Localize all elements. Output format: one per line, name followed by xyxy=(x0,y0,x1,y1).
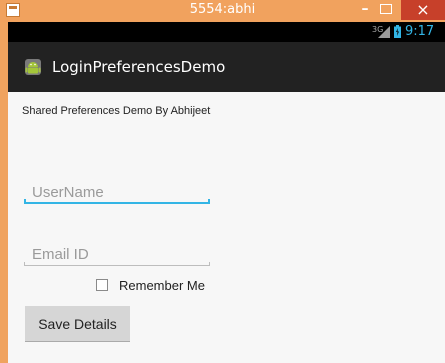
page-heading: Shared Preferences Demo By Abhijeet xyxy=(22,105,211,117)
status-clock: 9:17 xyxy=(405,24,435,39)
app-title: LoginPreferencesDemo xyxy=(52,58,226,76)
email-underline-right xyxy=(209,262,210,266)
email-field[interactable] xyxy=(24,244,210,266)
emulator-frame: 3G 9:17 LoginPreferencesDemo Shared Pref… xyxy=(0,22,445,363)
status-bar: 3G 9:17 xyxy=(8,22,445,42)
email-input[interactable] xyxy=(24,244,210,265)
maximize-button[interactable] xyxy=(380,4,392,14)
username-underline-right xyxy=(208,199,210,204)
remember-me-checkbox[interactable] xyxy=(96,279,108,291)
username-input[interactable] xyxy=(24,182,210,203)
close-button[interactable]: × xyxy=(401,0,445,20)
save-details-button[interactable]: Save Details xyxy=(25,306,130,342)
minimize-button[interactable]: – xyxy=(356,2,374,18)
email-underline xyxy=(24,265,210,266)
email-underline-left xyxy=(24,262,25,266)
action-bar: LoginPreferencesDemo xyxy=(8,42,445,92)
username-underline xyxy=(24,202,210,204)
username-field[interactable] xyxy=(24,182,210,204)
device-screen: 3G 9:17 LoginPreferencesDemo Shared Pref… xyxy=(8,22,445,363)
battery-icon xyxy=(394,25,401,38)
remember-me-label[interactable]: Remember Me xyxy=(119,278,205,293)
android-icon[interactable] xyxy=(22,56,44,78)
username-underline-left xyxy=(24,199,26,204)
window-title: 5554:abhi xyxy=(189,2,256,17)
window-titlebar: 5554:abhi – × xyxy=(0,0,445,22)
signal-icon xyxy=(378,26,390,38)
